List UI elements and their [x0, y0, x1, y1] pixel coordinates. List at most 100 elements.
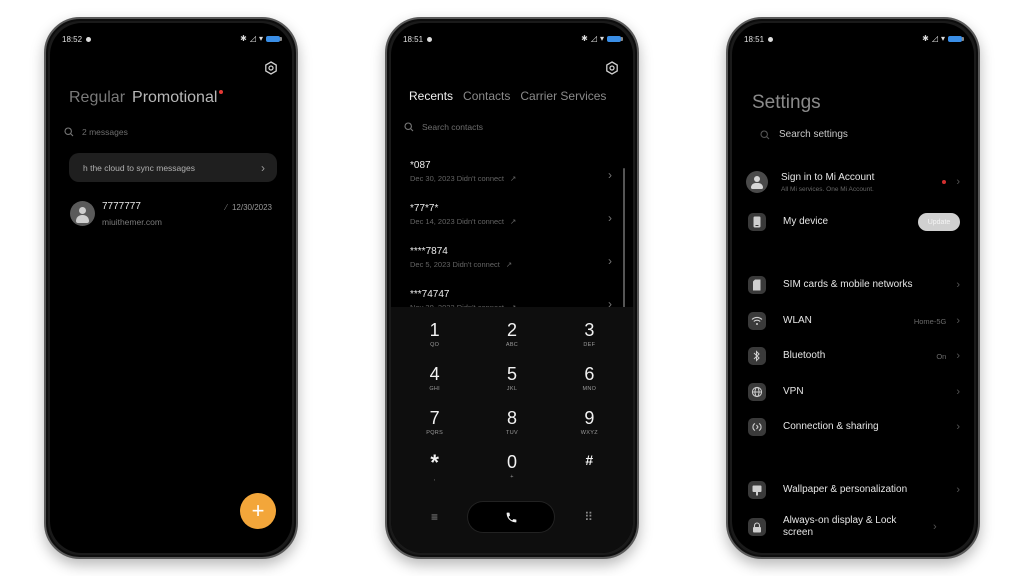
dial-key[interactable]: 6 MNO: [551, 361, 628, 405]
recent-call-item[interactable]: *77*7* Dec 14, 2023 Didn't connect ↗ ›: [391, 200, 633, 243]
dial-key-digit: 4: [429, 364, 440, 384]
wifi-icon: ▾: [599, 34, 604, 43]
dial-key[interactable]: 0 +: [473, 449, 550, 493]
chevron-right-icon: ›: [956, 175, 960, 188]
conversation-date: ⁄ 12/30/2023: [226, 203, 272, 212]
tab-recents[interactable]: Recents: [409, 89, 453, 103]
dial-key-digit: 8: [506, 408, 517, 428]
bluetooth-icon: [748, 347, 766, 365]
tab-carrier-services[interactable]: Carrier Services: [520, 89, 606, 103]
dial-key[interactable]: #: [551, 449, 628, 493]
avatar: [70, 201, 95, 226]
settings-item-lock-screen[interactable]: Always-on display & Lock screen ›: [748, 513, 960, 541]
battery-icon: [607, 36, 623, 42]
dial-key[interactable]: 7 PQRS: [396, 405, 473, 449]
settings-search[interactable]: Search settings: [760, 129, 848, 140]
dial-key[interactable]: 9 WXYZ: [551, 405, 628, 449]
dial-key[interactable]: 8 TUV: [473, 405, 550, 449]
dial-key-digit: #: [585, 452, 594, 468]
tab-contacts[interactable]: Contacts: [463, 89, 510, 103]
signal-icon: ◿: [590, 34, 597, 43]
settings-item-label: WLAN: [783, 314, 812, 326]
dial-key-digit: 5: [506, 364, 517, 384]
page-title: Settings: [752, 92, 821, 113]
bluetooth-icon: ✱: [922, 34, 929, 43]
messages-screen: 18:52 ✱ ◿ ▾ Regular Promotional 2 messag…: [50, 23, 292, 553]
recent-call-item[interactable]: ****7874 Dec 5, 2023 Didn't connect ↗ ›: [391, 243, 633, 286]
settings-item-connection-sharing[interactable]: Connection & sharing ›: [748, 415, 960, 439]
conversation-item[interactable]: 7777777 miuithemer.com ⁄ 12/30/2023: [70, 199, 272, 229]
battery-icon: [266, 36, 282, 42]
sim-card-icon: [748, 276, 766, 294]
status-time: 18:51: [744, 35, 774, 44]
connection-sharing-icon: [748, 418, 766, 436]
recent-call-item[interactable]: *087 Dec 30, 2023 Didn't connect ↗ ›: [391, 157, 633, 200]
settings-item-wlan[interactable]: WLAN Home-5G ›: [748, 309, 960, 333]
contact-search[interactable]: Search contacts: [404, 122, 483, 132]
call-controls: ≡ ⠿: [391, 501, 633, 533]
outgoing-call-icon: ↗: [510, 217, 517, 226]
chevron-right-icon: ›: [608, 254, 612, 268]
search-icon: [64, 127, 74, 137]
conversation-name: 7777777: [102, 201, 141, 212]
settings-gear-icon[interactable]: [264, 61, 278, 75]
settings-item-wallpaper[interactable]: Wallpaper & personalization ›: [748, 478, 960, 502]
account-avatar: [746, 171, 768, 193]
unread-badge: [219, 90, 224, 94]
settings-item-value: Home-5G: [913, 316, 947, 326]
dial-key[interactable]: 3 DEF: [551, 317, 628, 361]
dial-key[interactable]: 2 ABC: [473, 317, 550, 361]
new-message-button[interactable]: +: [240, 493, 276, 529]
wallpaper-icon: [748, 481, 766, 499]
status-bar: 18:52 ✱ ◿ ▾: [62, 33, 282, 45]
chevron-right-icon: ›: [956, 349, 960, 362]
settings-item-label: VPN: [783, 385, 804, 397]
dial-key-digit: 6: [584, 364, 595, 384]
recent-calls-list: *087 Dec 30, 2023 Didn't connect ↗ › *77*…: [391, 157, 633, 307]
tab-regular[interactable]: Regular: [69, 89, 125, 107]
update-button[interactable]: Update: [918, 213, 960, 231]
call-detail: Dec 30, 2023 Didn't connect: [410, 174, 504, 183]
chevron-right-icon: ›: [608, 168, 612, 182]
dial-key[interactable]: 1 QO: [396, 317, 473, 361]
status-time: 18:51: [403, 34, 433, 44]
message-tabs: Regular Promotional: [69, 89, 224, 107]
settings-gear-icon[interactable]: [605, 61, 619, 75]
dial-key-digit: 2: [506, 320, 517, 340]
dial-key-letters: WXYZ: [580, 430, 598, 436]
dial-key-letters: ,: [433, 475, 436, 482]
outgoing-call-icon: ↗: [505, 260, 513, 269]
plus-icon: +: [251, 498, 265, 523]
settings-item-bluetooth[interactable]: Bluetooth On ›: [748, 344, 960, 368]
cloud-sync-banner[interactable]: h the cloud to sync messages ›: [69, 153, 277, 182]
scrollbar[interactable]: [623, 168, 625, 308]
wifi-icon: ▾: [940, 34, 945, 43]
menu-icon[interactable]: ≡: [431, 510, 438, 524]
recent-call-item[interactable]: ***74747 Nov 30, 2023 Didn't connect↗ ›: [391, 286, 633, 307]
settings-item-vpn[interactable]: VPN ›: [748, 380, 960, 404]
call-number: ****7874: [410, 246, 448, 257]
dial-key-letters: +: [510, 474, 514, 480]
status-icons: ✱ ◿ ▾: [240, 35, 282, 43]
date-text: 12/30/2023: [231, 203, 272, 212]
search-icon: [404, 122, 414, 132]
dial-key[interactable]: 5 JKL: [473, 361, 550, 405]
notification-icon: [427, 36, 433, 42]
dialpad-toggle-icon[interactable]: ⠿: [584, 510, 593, 524]
dial-key[interactable]: *,: [396, 449, 473, 493]
call-button[interactable]: [468, 502, 555, 532]
settings-item-sim[interactable]: SIM cards & mobile networks ›: [748, 273, 960, 297]
my-device-item[interactable]: My device Update: [748, 210, 960, 234]
tab-promotional-label: Promotional: [132, 89, 218, 106]
message-search[interactable]: 2 messages: [64, 127, 128, 137]
outgoing-call-icon: ↗: [510, 174, 517, 183]
dial-key[interactable]: 4 GHI: [396, 361, 473, 405]
pencil-icon: ⁄: [225, 203, 227, 212]
tab-promotional[interactable]: Promotional: [132, 89, 224, 107]
settings-item-label: SIM cards & mobile networks: [783, 278, 913, 290]
settings-screen: 18:51 ✱ ◿ ▾ Settings Search settings Sig…: [732, 23, 974, 553]
time-text: 18:52: [62, 34, 83, 44]
status-bar: 18:51 ✱ ◿ ▾: [744, 33, 964, 45]
time-text: 18:51: [403, 34, 424, 44]
mi-account-item[interactable]: Sign in to Mi Account All Mi services. O…: [746, 168, 960, 196]
